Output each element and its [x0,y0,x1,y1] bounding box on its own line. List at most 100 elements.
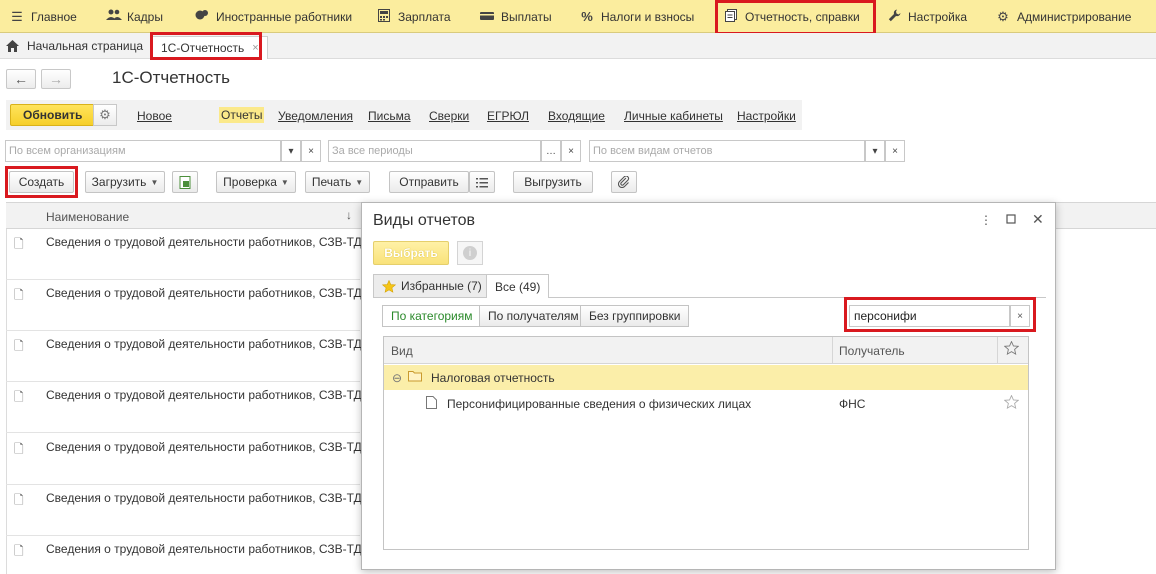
print-button[interactable]: Печать ▼ [305,171,370,193]
list-item[interactable]: 🗋 Сведения о трудовой деятельности работ… [6,434,362,485]
highlight-reports-menu [715,0,876,35]
link-reports[interactable]: Отчеты [219,107,265,123]
send-list-button[interactable] [469,171,495,193]
close-icon[interactable]: ✕ [1032,211,1044,228]
table-header: Вид Получатель [384,337,1028,364]
home-icon [6,40,19,52]
upload-button[interactable]: Выгрузить [513,171,593,193]
tab-all[interactable]: Все (49) [486,274,550,298]
highlight-create-button [5,166,78,198]
wallet-icon [480,9,494,24]
excel-load-button[interactable] [172,171,198,193]
document-icon: 🗋 [14,390,24,404]
highlight-search-input [844,297,1036,332]
check-button[interactable]: Проверка ▼ [216,171,296,193]
home-tab[interactable]: Начальная страница [6,33,143,59]
forward-button[interactable]: → [41,69,71,89]
main-menu-bar: ☰ Главное Кадры Иностранные работники За… [0,0,1156,33]
menu-item-salary[interactable]: Зарплата [377,0,451,33]
send-button[interactable]: Отправить [389,171,469,193]
list-item[interactable]: 🗋 Сведения о трудовой деятельности работ… [6,229,362,280]
collapse-icon[interactable]: ⊖ [392,371,402,385]
report-type-dropdown-button[interactable]: ▾ [865,140,885,162]
star-icon [382,279,396,293]
link-letters[interactable]: Письма [368,109,411,123]
caret-down-icon: ▼ [150,177,159,187]
column-recipient-header[interactable]: Получатель [839,344,905,358]
organization-filter-input[interactable]: По всем организациям [5,140,281,162]
menu-item-foreign-workers[interactable]: Иностранные работники [195,0,352,33]
table-row-group[interactable]: ⊖ Налоговая отчетность [384,365,1028,390]
document-icon: 🗋 [14,288,24,302]
info-icon: i [463,246,477,260]
load-button[interactable]: Загрузить ▼ [85,171,165,193]
period-clear-button[interactable]: × [561,140,581,162]
report-type-clear-button[interactable]: × [885,140,905,162]
menu-item-administration[interactable]: ⚙ Администрирование [996,0,1131,33]
organization-dropdown-button[interactable]: ▾ [281,140,301,162]
no-grouping-button[interactable]: Без группировки [580,305,690,327]
link-notifications[interactable]: Уведомления [278,109,353,123]
tab-favorites[interactable]: Избранные (7) [373,274,491,297]
menu-item-taxes[interactable]: % Налоги и взносы [580,0,694,33]
reporting-links-bar: Обновить ⚙ Новое Отчеты Уведомления Пись… [6,100,802,130]
list-icon [476,177,488,187]
menu-item-payments[interactable]: Выплаты [480,0,552,33]
link-new[interactable]: Новое [137,109,172,123]
menu-item-settings[interactable]: Настройка [887,0,967,33]
link-egrul[interactable]: ЕГРЮЛ [487,109,529,123]
caret-down-icon: ▼ [280,177,289,187]
tabs-divider [373,297,486,298]
list-item[interactable]: 🗋 Сведения о трудовой деятельности работ… [6,280,362,331]
column-divider [997,337,998,364]
favorite-column-star-icon[interactable] [1003,340,1020,358]
back-button[interactable]: ← [6,69,36,89]
document-icon: 🗋 [14,493,24,507]
refresh-settings-button[interactable]: ⚙ [93,104,117,126]
link-reconciliations[interactable]: Сверки [429,109,469,123]
link-incoming[interactable]: Входящие [548,109,605,123]
column-name-header[interactable]: Наименование [46,210,129,224]
arrow-left-icon: ← [14,71,28,87]
document-icon: 🗋 [14,339,24,353]
period-filter-input[interactable]: За все периоды [328,140,541,162]
group-by-recipients-button[interactable]: По получателям [479,305,588,327]
report-types-table: Вид Получатель ⊖ Налоговая отчетность Пе… [383,336,1029,550]
sort-down-icon: ↓ [346,208,352,222]
menu-item-staff[interactable]: Кадры [106,0,163,33]
favorite-star-icon[interactable] [1003,394,1020,412]
attach-button[interactable] [611,171,637,193]
list-item[interactable]: 🗋 Сведения о трудовой деятельности работ… [6,536,362,574]
wrench-icon [887,9,901,25]
spreadsheet-icon [179,175,190,189]
page-title: 1С-Отчетность [112,68,230,87]
people-icon [106,9,122,24]
menu-item-main[interactable]: ☰ Главное [10,0,77,33]
info-button[interactable]: i [457,241,483,265]
percent-icon: % [581,9,593,24]
report-types-dialog: Виды отчетов ⋮ ✕ Выбрать i Избранные (7)… [361,202,1056,570]
link-settings[interactable]: Настройки [737,109,796,123]
link-personal-accounts[interactable]: Личные кабинеты [624,109,723,123]
document-icon: 🗋 [14,442,24,456]
period-select-button[interactable]: … [541,140,561,162]
maximize-icon[interactable] [1006,213,1016,227]
select-button[interactable]: Выбрать [373,241,449,265]
calculator-icon [377,8,391,25]
list-item[interactable]: 🗋 Сведения о трудовой деятельности работ… [6,331,362,382]
column-kind-header[interactable]: Вид [391,344,413,358]
group-by-categories-button[interactable]: По категориям [382,305,482,327]
document-icon [426,396,437,412]
document-icon: 🗋 [14,237,24,251]
list-item[interactable]: 🗋 Сведения о трудовой деятельности работ… [6,485,362,536]
hamburger-icon: ☰ [11,8,23,24]
list-item[interactable]: 🗋 Сведения о трудовой деятельности работ… [6,382,362,433]
gear-icon: ⚙ [99,107,111,122]
table-row[interactable]: Персонифицированные сведения о физически… [384,391,1028,416]
more-options-icon[interactable]: ⋮ [980,213,992,227]
refresh-button[interactable]: Обновить [10,104,96,126]
arrow-right-icon: → [49,71,63,87]
report-type-filter-input[interactable]: По всем видам отчетов [589,140,865,162]
organization-clear-button[interactable]: × [301,140,321,162]
caret-down-icon: ▼ [355,177,364,187]
